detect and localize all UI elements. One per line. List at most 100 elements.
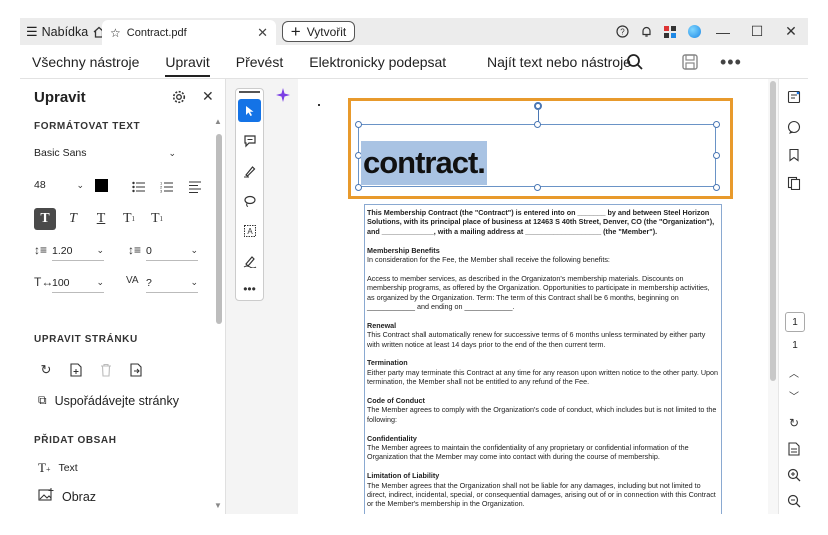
select-pointer-icon[interactable]: [238, 99, 261, 122]
resize-handle-top-right[interactable]: [713, 121, 720, 128]
text-box-icon[interactable]: A: [238, 219, 261, 242]
font-family-value: Basic Sans: [34, 147, 87, 159]
highlight-pen-icon[interactable]: [238, 159, 261, 182]
pdf-page-content[interactable]: This Membership Contract (the "Contract"…: [364, 204, 722, 514]
add-image-button[interactable]: Obraz: [38, 488, 96, 505]
chevron-up-icon[interactable]: ︿: [786, 364, 802, 380]
zoom-in-icon[interactable]: [786, 467, 802, 483]
menu-all-tools[interactable]: Všechny nástroje: [26, 45, 145, 79]
insert-page-icon[interactable]: [68, 362, 84, 378]
bell-icon[interactable]: [634, 18, 658, 45]
menu-bar: Všechny nástroje Upravit Převést Elektro…: [20, 45, 808, 79]
zoom-out-icon[interactable]: [786, 493, 802, 509]
menu-label: Nabídka: [41, 24, 89, 39]
more-options-icon[interactable]: •••: [720, 52, 742, 73]
numbered-list-icon[interactable]: 123: [156, 176, 178, 198]
resize-handle-bottom-right[interactable]: [713, 184, 720, 191]
scrollbar-thumb[interactable]: [770, 81, 776, 381]
bookmark-icon[interactable]: [786, 147, 802, 163]
close-panel-icon[interactable]: ✕: [202, 88, 214, 105]
extract-page-icon[interactable]: [128, 362, 144, 378]
svg-text:A: A: [247, 227, 253, 236]
heading-text[interactable]: contract.: [361, 141, 487, 185]
resize-handle-bottom-left[interactable]: [355, 184, 362, 191]
svg-text:?: ?: [620, 27, 625, 36]
chevron-down-icon: ⌄: [96, 277, 104, 287]
close-window-icon[interactable]: ✕: [774, 18, 808, 45]
star-icon[interactable]: ☆: [110, 26, 121, 40]
search-tools-label[interactable]: Najít text nebo nástroje: [487, 45, 631, 79]
signature-icon[interactable]: [238, 249, 261, 272]
menu-convert[interactable]: Převést: [230, 45, 289, 79]
rotate-handle[interactable]: [534, 102, 542, 110]
comment-panel-icon[interactable]: [786, 119, 802, 135]
char-spacing-icon: VA: [126, 275, 139, 286]
maximize-icon[interactable]: ☐: [740, 18, 774, 45]
resize-handle-bottom[interactable]: [534, 184, 541, 191]
font-size-select[interactable]: 48 ⌄: [34, 175, 84, 195]
apps-icon[interactable]: [658, 18, 682, 45]
superscript-icon[interactable]: T1: [118, 208, 140, 230]
refresh-icon[interactable]: ↻: [786, 415, 802, 431]
comment-icon[interactable]: [238, 129, 261, 152]
minimize-icon[interactable]: —: [706, 18, 740, 45]
bold-icon[interactable]: T: [34, 208, 56, 230]
chevron-down-icon[interactable]: ﹀: [786, 387, 802, 403]
gear-icon[interactable]: [172, 90, 186, 104]
resize-handle-top-left[interactable]: [355, 121, 362, 128]
subscript-icon[interactable]: T1: [146, 208, 168, 230]
line-spacing-select[interactable]: 1.20 ⌄: [52, 241, 104, 261]
scroll-down-icon[interactable]: ▼: [214, 501, 222, 510]
section-code-of-conduct: Code of Conduct The Member agrees to com…: [367, 396, 719, 424]
lasso-icon[interactable]: [238, 189, 261, 212]
organize-pages-label: Uspořádávejte stránky: [54, 393, 179, 408]
align-icon[interactable]: [184, 176, 206, 198]
horizontal-scale-select[interactable]: 100 ⌄: [52, 273, 104, 293]
trash-icon[interactable]: [98, 362, 114, 378]
current-page-input[interactable]: 1: [785, 312, 805, 332]
organize-pages-link[interactable]: ⧉ Uspořádávejte stránky: [38, 393, 179, 408]
save-icon[interactable]: [681, 53, 699, 71]
avatar[interactable]: [682, 18, 706, 45]
panel-scrollbar[interactable]: [216, 134, 222, 324]
menu-button[interactable]: ☰ Nabídka: [20, 24, 105, 40]
text-color-swatch[interactable]: [95, 179, 108, 192]
paragraph-spacing-select[interactable]: 0 ⌄: [146, 241, 198, 261]
close-tab-icon[interactable]: ✕: [257, 25, 268, 41]
create-button[interactable]: + Vytvořit: [282, 21, 355, 42]
bullet-list-icon[interactable]: [128, 176, 150, 198]
char-spacing-select[interactable]: ? ⌄: [146, 273, 198, 293]
menu-edit[interactable]: Upravit: [159, 45, 215, 79]
ai-assistant-icon[interactable]: [276, 88, 290, 102]
plus-icon: +: [290, 22, 301, 41]
section-body: The Member agrees to maintain the confid…: [367, 443, 689, 462]
rotate-icon[interactable]: ↻: [38, 362, 54, 378]
resize-handle-right[interactable]: [713, 152, 720, 159]
help-icon[interactable]: ?: [610, 18, 634, 45]
tab-title: Contract.pdf: [126, 26, 187, 39]
line-spacing-icon: ↕≡: [34, 243, 48, 257]
line-spacing-value: 1.20: [52, 244, 73, 257]
scroll-up-icon[interactable]: ▲: [214, 117, 222, 126]
page-fit-icon[interactable]: [786, 441, 802, 457]
font-family-select[interactable]: Basic Sans ⌄: [34, 143, 176, 163]
edit-page-heading: UPRAVIT STRÁNKU: [34, 334, 138, 345]
underline-icon[interactable]: T: [90, 208, 112, 230]
document-view[interactable]: contract. This Membership Contract (the …: [298, 79, 768, 514]
ai-summary-icon[interactable]: [786, 89, 802, 105]
pages-thumbnail-icon[interactable]: [786, 175, 802, 191]
menu-e-sign[interactable]: Elektronicky podepsat: [303, 45, 452, 79]
section-body: In consideration for the Fee, the Member…: [367, 255, 610, 265]
section-body: Either party may terminate this Contract…: [367, 367, 719, 387]
italic-icon[interactable]: T: [62, 208, 84, 230]
create-label: Vytvořit: [306, 24, 347, 39]
resize-handle-top[interactable]: [534, 121, 541, 128]
more-tools-icon[interactable]: •••: [238, 277, 261, 300]
section-heading: Code of Conduct: [367, 396, 425, 406]
search-icon[interactable]: [626, 53, 644, 71]
window-bottom-edge: [20, 514, 808, 535]
chevron-down-icon: ⌄: [76, 179, 84, 190]
tab-contract-pdf[interactable]: ☆ Contract.pdf ✕: [102, 20, 276, 45]
add-text-button[interactable]: T+ Text: [38, 460, 78, 476]
document-scrollbar[interactable]: [768, 79, 778, 514]
